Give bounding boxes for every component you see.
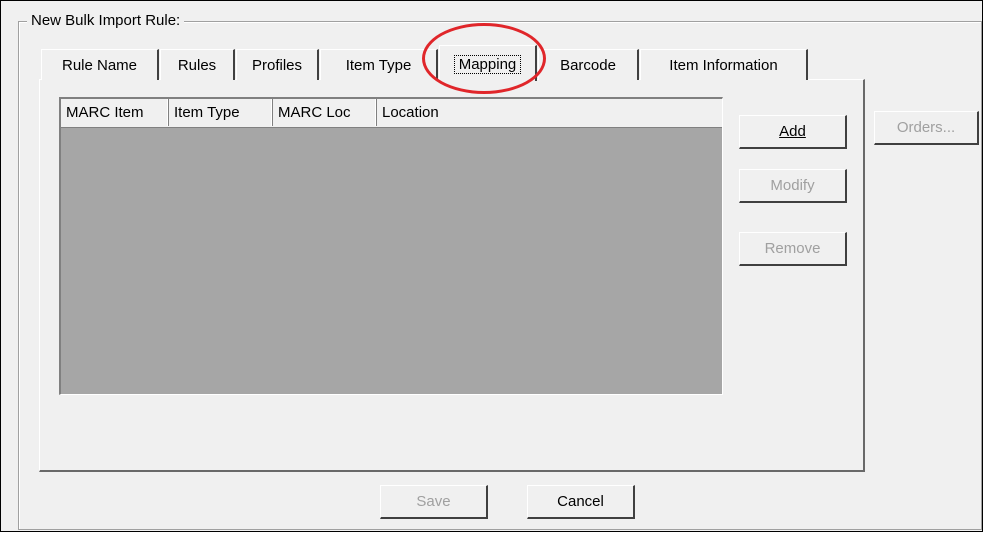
tab-label: Mapping	[453, 55, 522, 74]
tab-item-information[interactable]: Item Information	[640, 49, 808, 80]
tab-label: Rules	[177, 57, 217, 74]
groupbox-label: New Bulk Import Rule:	[27, 11, 185, 31]
tab-rules[interactable]: Rules	[160, 49, 235, 80]
tab-label: Item Type	[345, 57, 412, 74]
remove-button[interactable]: Remove	[739, 232, 847, 266]
tab-barcode[interactable]: Barcode	[538, 49, 639, 80]
tab-mapping[interactable]: Mapping	[439, 45, 537, 81]
save-button-label: Save	[416, 493, 451, 510]
orders-button[interactable]: Orders...	[874, 111, 979, 145]
column-header-marc-loc[interactable]: MARC Loc	[273, 99, 377, 126]
column-header-item-type[interactable]: Item Type	[169, 99, 273, 126]
tab-label: Profiles	[251, 57, 303, 74]
remove-button-label: Remove	[764, 240, 821, 257]
dialog-window: New Bulk Import Rule: Rule Name Rules Pr…	[0, 0, 983, 532]
modify-button-label: Modify	[770, 177, 815, 194]
add-button-label: Add	[779, 123, 806, 140]
add-button[interactable]: Add	[739, 115, 847, 149]
list-header: MARC Item Item Type MARC Loc Location	[61, 99, 722, 128]
column-header-location[interactable]: Location	[377, 99, 722, 126]
mapping-list[interactable]: MARC Item Item Type MARC Loc Location	[59, 97, 723, 395]
save-button[interactable]: Save	[380, 485, 488, 519]
tab-label: Rule Name	[61, 57, 138, 74]
tab-item-type[interactable]: Item Type	[320, 49, 438, 80]
cancel-button-label: Cancel	[557, 493, 604, 510]
modify-button[interactable]: Modify	[739, 169, 847, 203]
tab-profiles[interactable]: Profiles	[236, 49, 319, 80]
tab-label: Barcode	[560, 57, 616, 74]
column-header-marc-item[interactable]: MARC Item	[61, 99, 169, 126]
tab-rule-name[interactable]: Rule Name	[41, 49, 159, 80]
cancel-button[interactable]: Cancel	[527, 485, 635, 519]
orders-button-label: Orders...	[896, 119, 956, 136]
tab-label: Item Information	[669, 57, 778, 74]
